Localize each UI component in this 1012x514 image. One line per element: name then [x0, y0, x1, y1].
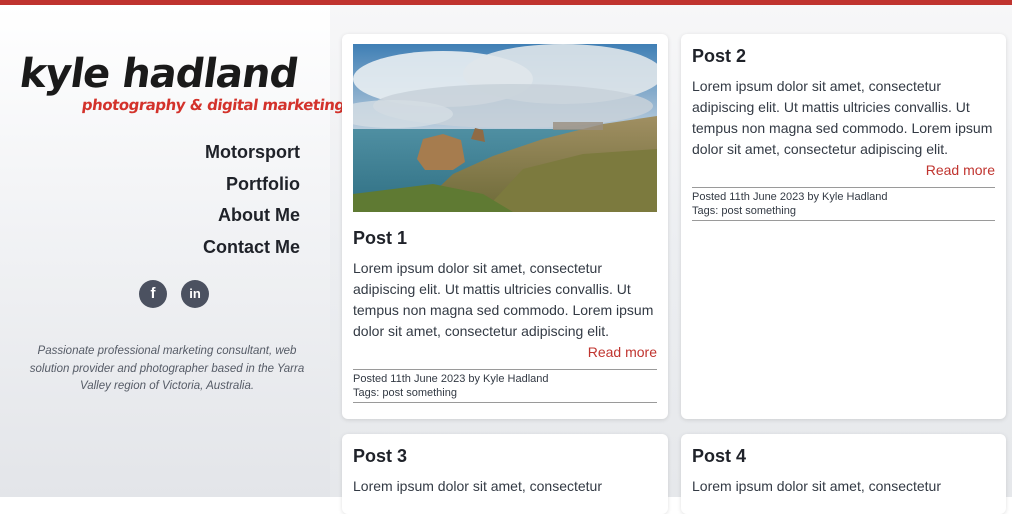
- nav-item-motorsport[interactable]: Motorsport: [203, 140, 300, 172]
- main-nav: Motorsport Portfolio About Me Contact Me: [203, 140, 300, 266]
- post-excerpt: Lorem ipsum dolor sit amet, consectetur: [353, 478, 602, 494]
- coastal-photo-icon: [353, 44, 657, 212]
- post-meta: Posted 11th June 2023 by Kyle Hadland Ta…: [353, 369, 657, 403]
- site-logo[interactable]: kyle hadland photography & digital marke…: [16, 51, 346, 122]
- post-card: Post 2 Lorem ipsum dolor sit amet, conse…: [681, 34, 1006, 419]
- post-card: Post 4 Lorem ipsum dolor sit amet, conse…: [681, 434, 1006, 514]
- post-title[interactable]: Post 4: [692, 445, 995, 467]
- nav-item-contact-me[interactable]: Contact Me: [203, 235, 300, 267]
- linkedin-icon[interactable]: in: [181, 280, 209, 308]
- tags-label: Tags:: [692, 205, 719, 217]
- logo-tagline: photography & digital marketing: [80, 96, 346, 114]
- post-meta: Posted 11th June 2023 by Kyle Hadland Ta…: [692, 187, 995, 221]
- post-card: Post 3 Lorem ipsum dolor sit amet, conse…: [342, 434, 668, 514]
- post-excerpt: Lorem ipsum dolor sit amet, consectetur: [692, 478, 941, 494]
- post-card: Post 1 Lorem ipsum dolor sit amet, conse…: [342, 34, 668, 419]
- post-image[interactable]: [353, 44, 657, 212]
- nav-item-about-me[interactable]: About Me: [203, 203, 300, 235]
- post-title[interactable]: Post 2: [692, 45, 995, 67]
- post-title[interactable]: Post 1: [353, 227, 657, 249]
- bio-text: Passionate professional marketing consul…: [29, 345, 305, 392]
- post-byline: Posted 11th June 2023 by Kyle Hadland: [692, 191, 888, 203]
- facebook-icon[interactable]: f: [139, 280, 167, 308]
- read-more-link[interactable]: Read more: [692, 160, 995, 181]
- post-byline: Posted 11th June 2023 by Kyle Hadland: [353, 373, 549, 385]
- read-more-link[interactable]: Read more: [353, 342, 657, 363]
- post-title[interactable]: Post 3: [353, 445, 657, 467]
- post-excerpt: Lorem ipsum dolor sit amet, consectetur …: [353, 260, 654, 339]
- post-tag[interactable]: post something: [721, 205, 796, 217]
- nav-item-portfolio[interactable]: Portfolio: [203, 172, 300, 204]
- tags-label: Tags:: [353, 387, 380, 399]
- post-tag[interactable]: post something: [382, 387, 457, 399]
- logo-name: kyle hadland: [16, 51, 301, 97]
- post-excerpt: Lorem ipsum dolor sit amet, consectetur …: [692, 78, 993, 157]
